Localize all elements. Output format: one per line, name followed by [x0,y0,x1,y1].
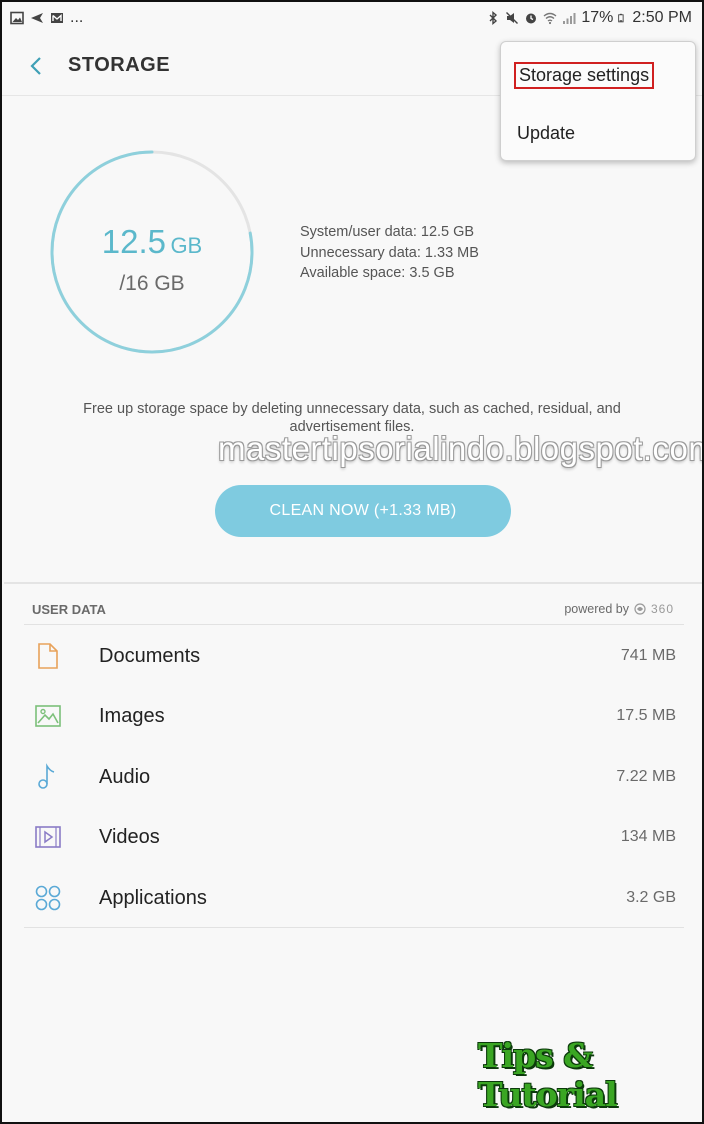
list-item-size: 134 MB [620,828,676,846]
phone-screen: ... 17% 2:50 PM STORAGE Storage settings… [0,0,704,1124]
status-right: 17% 2:50 PM [486,9,692,27]
storage-breakdown: System/user data: 12.5 GB Unnecessary da… [300,222,479,284]
list-item-size: 7.22 MB [616,767,676,785]
section-divider [4,582,702,584]
wifi-icon [543,12,557,25]
send-icon [31,13,43,23]
watermark-text: mastertipsorialindo.blogspot.com [218,430,704,467]
alarm-icon [526,13,537,24]
provider-name: 360 [650,602,674,616]
provider-logo-icon [634,603,646,615]
total-storage: /16 GB [119,272,185,295]
used-storage-unit: GB [170,233,203,258]
image-icon [10,11,24,25]
list-item-label: Images [99,705,165,728]
list-item-label: Documents [99,645,201,667]
clock: 2:50 PM [632,9,692,26]
stat-system-data: System/user data: 12.5 GB [300,224,475,240]
battery-icon [618,13,624,23]
mail-icon [51,13,63,23]
list-item-audio[interactable]: Audio 7.22 MB [24,746,684,806]
list-item-size: 17.5 MB [616,707,676,725]
list-item-size: 3.2 GB [626,888,676,906]
signal-icon [563,13,576,24]
status-bar: ... 17% 2:50 PM [2,2,702,36]
powered-by-label: powered by [564,602,629,616]
list-item-images[interactable]: Images 17.5 MB [24,685,684,745]
mute-icon [506,12,519,24]
overflow-menu: Storage settings Update [500,41,696,161]
list-item-size: 741 MB [620,647,676,664]
page-title: STORAGE [68,54,171,76]
more-notifications: ... [70,9,84,26]
list-item-applications[interactable]: Applications 3.2 GB [24,867,684,927]
tips-tutorial-logo: Tips & Tutorial [478,1036,674,1114]
list-item-label: Videos [99,826,160,849]
menu-item-update[interactable]: Update [517,123,575,144]
image-icon [35,705,61,728]
menu-item-storage-settings[interactable]: Storage settings [514,62,655,89]
user-data-list: Documents 741 MB Images 17.5 MB Audio 7.… [24,624,684,928]
apps-icon [35,885,61,910]
video-icon [35,826,61,848]
list-item-label: Audio [99,765,151,788]
powered-by: powered by 360 [564,602,674,616]
storage-gauge: 12.5 GB /16 GB [46,146,258,358]
music-note-icon [38,762,55,789]
clean-now-button[interactable]: CLEAN NOW (+1.33 MB) [215,485,511,537]
stat-available-space: Available space: 3.5 GB [300,265,455,281]
user-data-heading: USER DATA [32,602,106,617]
list-item-label: Applications [99,886,207,909]
status-left: ... [10,9,83,27]
stat-unnecessary-data: Unnecessary data: 1.33 MB [300,244,479,261]
list-item-documents[interactable]: Documents 741 MB [24,625,684,685]
battery-percent: 17% [581,9,614,26]
bluetooth-icon [489,11,498,25]
used-storage: 12.5 GB [96,223,208,261]
logo-text: Tips & Tutorial [478,1036,618,1114]
used-storage-value: 12.5 [101,223,166,260]
list-item-videos[interactable]: Videos 134 MB [24,806,684,866]
document-icon [38,643,58,669]
back-arrow-icon[interactable] [26,52,50,80]
